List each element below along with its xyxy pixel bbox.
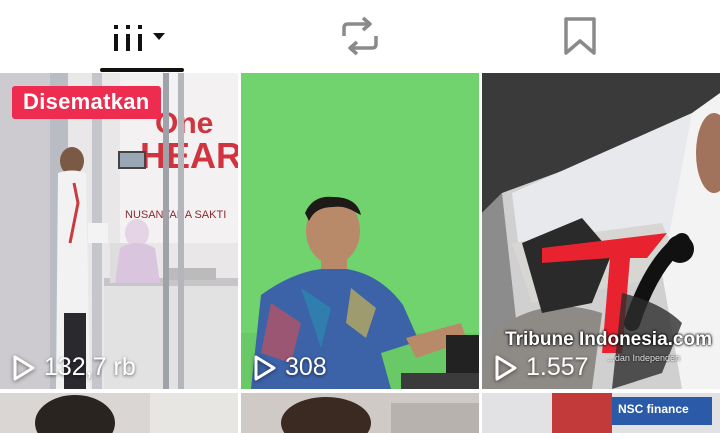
view-count-label: 1.557 bbox=[526, 353, 589, 381]
video-thumbnail[interactable]: One HEART NUSANTARA SAKTI Disematkan bbox=[0, 73, 238, 389]
repost-icon bbox=[338, 16, 382, 56]
video-thumbnail[interactable] bbox=[0, 393, 238, 433]
view-count: 132,7 rb bbox=[12, 353, 136, 382]
tab-videos[interactable] bbox=[20, 0, 260, 72]
svg-text:NUSANTARA SAKTI: NUSANTARA SAKTI bbox=[125, 209, 226, 221]
view-count: 1.557 bbox=[494, 353, 589, 382]
video-thumbnail[interactable]: 1.557 Tribune Indonesia.com ...dan Indep… bbox=[482, 73, 720, 389]
watermark-tagline: ...dan Independen bbox=[607, 353, 680, 363]
video-thumbnail[interactable] bbox=[241, 393, 479, 433]
video-thumbnail[interactable]: NSC finance bbox=[482, 393, 720, 433]
active-tab-indicator bbox=[100, 68, 184, 72]
profile-tab-bar bbox=[0, 0, 720, 72]
play-icon bbox=[12, 355, 36, 381]
svg-text:NSC finance: NSC finance bbox=[618, 402, 689, 416]
video-thumbnail[interactable]: 308 bbox=[241, 73, 479, 389]
svg-text:HEART: HEART bbox=[140, 135, 238, 176]
view-count: 308 bbox=[253, 353, 327, 382]
play-icon bbox=[253, 355, 277, 381]
view-count-label: 132,7 rb bbox=[44, 353, 136, 381]
play-icon bbox=[494, 355, 518, 381]
pinned-badge: Disematkan bbox=[12, 86, 161, 119]
view-count-label: 308 bbox=[285, 353, 327, 381]
bookmark-icon bbox=[562, 16, 598, 56]
tab-saved[interactable] bbox=[460, 0, 700, 72]
tab-reposts[interactable] bbox=[240, 0, 480, 72]
chevron-down-icon[interactable] bbox=[152, 30, 168, 42]
watermark-brand: Tribune Indonesia.com bbox=[505, 329, 712, 350]
video-grid: One HEART NUSANTARA SAKTI Disematkan bbox=[0, 73, 720, 433]
